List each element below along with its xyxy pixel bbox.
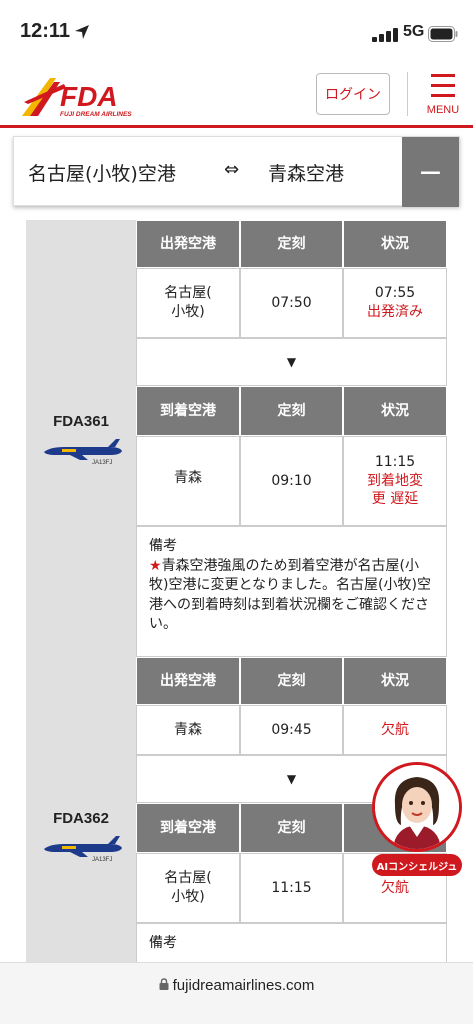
- remarks-label: 備考: [149, 538, 177, 554]
- aircraft-registration: JA13FJ: [92, 460, 112, 466]
- arr-status-line2: 更 遅延: [371, 491, 419, 508]
- route-divider: ▼: [136, 338, 447, 386]
- col-header-status: 状況: [343, 657, 447, 705]
- svg-text:FDA: FDA: [60, 81, 118, 112]
- concierge-label: AIコンシェルジュ: [372, 854, 462, 876]
- url-display[interactable]: fujidreamairlines.com: [0, 977, 473, 994]
- dep-status-cell: 欠航: [343, 705, 447, 755]
- route-to: 青森空港: [268, 163, 345, 185]
- col-header-arr-airport: 到着空港: [136, 386, 240, 436]
- network-type: 5G: [403, 23, 425, 40]
- concierge-avatar-icon: [375, 765, 459, 849]
- flight-number: FDA362: [53, 810, 109, 827]
- flight-card-fda361: FDA361 JA13FJ 出発空港 定刻 状況 名古屋( 小牧) 07:50 …: [26, 220, 447, 657]
- concierge-avatar: [372, 762, 462, 852]
- status-time: 12:11: [20, 20, 71, 42]
- arr-airport-line2: 小牧): [171, 889, 205, 905]
- header-divider: [407, 72, 408, 116]
- col-header-scheduled: 定刻: [240, 803, 343, 853]
- flight-info-panel: FDA362 JA13FJ: [26, 657, 136, 970]
- col-header-scheduled: 定刻: [240, 386, 343, 436]
- location-arrow-icon: [75, 25, 89, 39]
- dep-status-time: 07:55: [374, 285, 416, 302]
- collapse-button[interactable]: −: [402, 137, 459, 207]
- route-from: 名古屋(小牧)空港: [28, 163, 176, 185]
- svg-text:FUJI DREAM AIRLINES: FUJI DREAM AIRLINES: [60, 111, 132, 118]
- dep-airport-cell: 名古屋( 小牧): [136, 268, 240, 338]
- status-bar: 12:11 5G: [0, 0, 473, 64]
- battery-icon: [428, 26, 458, 42]
- remarks-box: 備考 ★青森空港強風のため到着空港が名古屋(小牧)空港に変更となりました。名古屋…: [136, 526, 447, 657]
- remarks-text-wrap: ★青森空港強風のため到着空港が名古屋(小牧)空港に変更となりました。名古屋(小牧…: [149, 557, 434, 635]
- flight-number: FDA361: [53, 413, 109, 430]
- flight-info-panel: FDA361 JA13FJ: [26, 220, 136, 657]
- dep-status-cell: 07:55 出発済み: [343, 268, 447, 338]
- route-selector[interactable]: 名古屋(小牧)空港 ⇔ 青森空港 −: [13, 136, 460, 207]
- aircraft-icon: JA13FJ: [44, 439, 122, 466]
- col-header-scheduled: 定刻: [240, 220, 343, 268]
- lock-icon: [159, 978, 169, 990]
- remarks-label: 備考: [149, 935, 177, 951]
- arr-scheduled-cell: 11:15: [240, 853, 343, 923]
- hamburger-icon: [431, 74, 455, 97]
- url-text: fujidreamairlines.com: [172, 977, 315, 994]
- signal-icon: [372, 28, 398, 42]
- col-header-arr-airport: 到着空港: [136, 803, 240, 853]
- col-header-dep-airport: 出発空港: [136, 657, 240, 705]
- dep-scheduled-cell: 09:45: [240, 705, 343, 755]
- arr-status-cell: 11:15 到着地変 更 遅延: [343, 436, 447, 526]
- dep-scheduled-cell: 07:50: [240, 268, 343, 338]
- arr-airport-cell: 名古屋( 小牧): [136, 853, 240, 923]
- arr-airport-cell: 青森: [136, 436, 240, 526]
- dep-status-text: 出発済み: [367, 304, 423, 320]
- aircraft-registration: JA13FJ: [92, 857, 112, 863]
- dep-airport-cell: 青森: [136, 705, 240, 755]
- col-header-dep-airport: 出発空港: [136, 220, 240, 268]
- dep-airport-line1: 名古屋(: [164, 285, 212, 302]
- col-header-status: 状況: [343, 220, 447, 268]
- arr-status-line1: 到着地変: [367, 472, 423, 489]
- col-header-scheduled: 定刻: [240, 657, 343, 705]
- arr-scheduled-cell: 09:10: [240, 436, 343, 526]
- dep-airport-line2: 小牧): [171, 304, 205, 320]
- fda-logo[interactable]: FDA FUJI DREAM AIRLINES: [20, 72, 140, 120]
- aircraft-icon: JA13FJ: [44, 836, 122, 863]
- remarks-text: 青森空港強風のため到着空港が名古屋(小牧)空港に変更となりました。名古屋(小牧)…: [149, 557, 431, 633]
- site-header: FDA FUJI DREAM AIRLINES ログイン MENU: [0, 64, 473, 128]
- browser-url-bar[interactable]: fujidreamairlines.com: [0, 962, 473, 1024]
- menu-label: MENU: [426, 104, 460, 116]
- ai-concierge-button[interactable]: AIコンシェルジュ: [372, 762, 462, 878]
- menu-button[interactable]: MENU: [420, 70, 466, 120]
- arr-status-time: 11:15: [374, 453, 416, 470]
- route-swap-icon: ⇔: [224, 159, 240, 180]
- arr-airport-line1: 名古屋(: [164, 870, 212, 887]
- login-button[interactable]: ログイン: [316, 73, 390, 115]
- col-header-status: 状況: [343, 386, 447, 436]
- star-icon: ★: [149, 557, 162, 574]
